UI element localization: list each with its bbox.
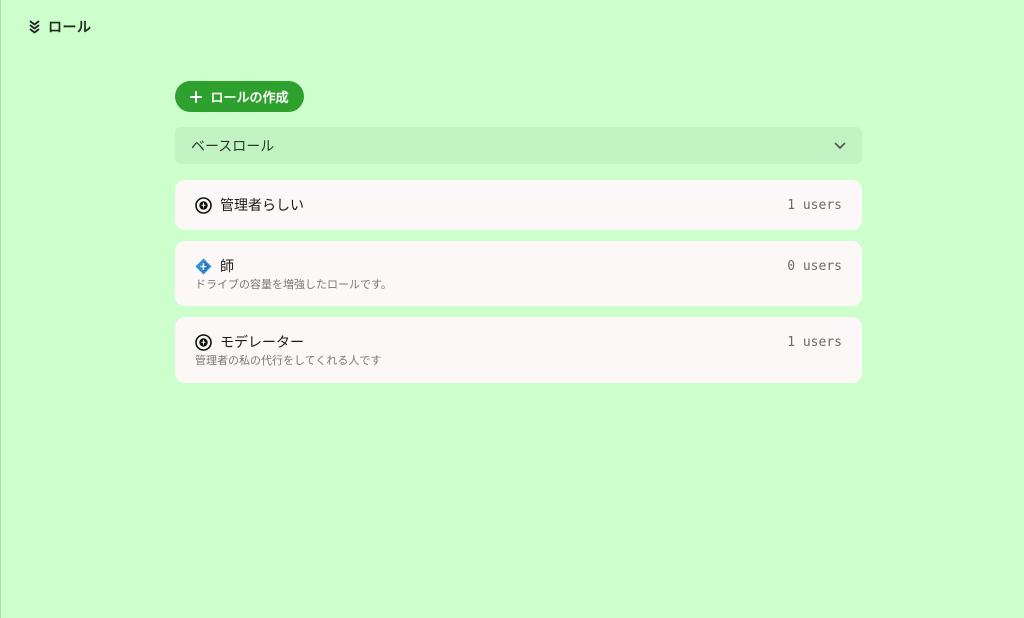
page-header: ロール (28, 17, 92, 37)
role-user-count: 0 users (787, 258, 842, 274)
role-name: 管理者らしい (220, 198, 304, 214)
base-role-dropdown[interactable]: ベースロール (175, 127, 862, 164)
page-title: ロール (48, 20, 92, 36)
plus-icon (190, 90, 203, 103)
role-description: ドライブの容量を増強したロールです。 (195, 278, 392, 291)
shield-gear-icon (195, 196, 212, 214)
base-role-label: ベースロール (191, 138, 275, 155)
role-card-moderator[interactable]: モデレーター 1 users 管理者の私の代行をしてくれる人です (175, 317, 862, 383)
shield-gear-icon (195, 333, 212, 351)
role-card-admin-like[interactable]: 管理者らしい 1 users (175, 180, 862, 230)
role-card-teacher[interactable]: 師 0 users ドライブの容量を増強したロールです。 (175, 241, 862, 306)
role-user-count: 1 users (787, 197, 842, 213)
chevron-down-icon (834, 140, 846, 152)
blue-diamond-icon (195, 258, 212, 275)
create-role-button[interactable]: ロールの作成 (175, 81, 304, 112)
chevrons-down-icon (28, 20, 40, 34)
role-description: 管理者の私の代行をしてくれる人です (195, 354, 382, 367)
role-user-count: 1 users (787, 334, 842, 350)
create-role-label: ロールの作成 (210, 90, 289, 105)
role-name: 師 (220, 259, 234, 275)
role-name: モデレーター (220, 335, 304, 351)
